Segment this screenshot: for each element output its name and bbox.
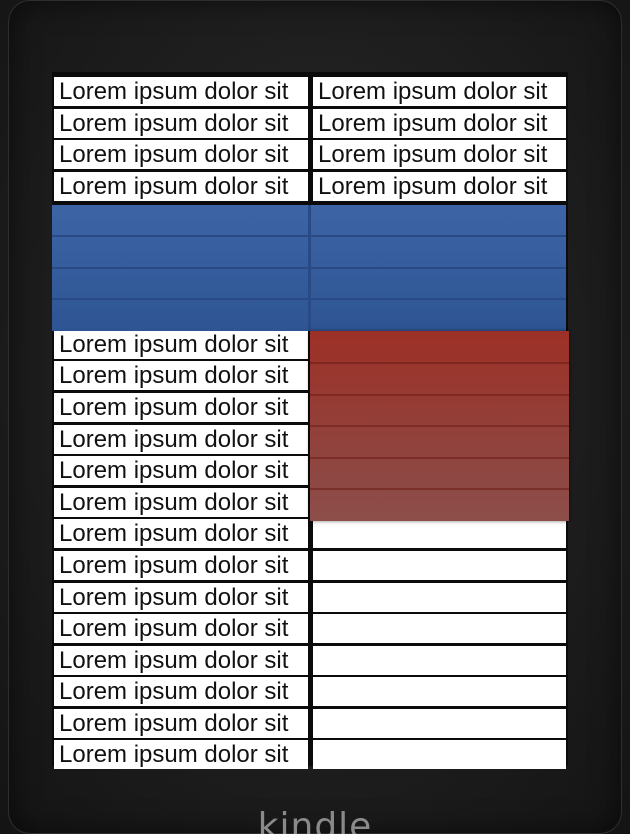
- table-cell: Lorem ipsum dolor sit: [54, 329, 308, 359]
- table-cell: Lorem ipsum dolor sit: [54, 361, 308, 391]
- table-cell-empty: [313, 582, 566, 612]
- red-highlight-block: [310, 331, 569, 521]
- table-cell: Lorem ipsum dolor sit: [54, 740, 308, 770]
- table-cell: Lorem ipsum dolor sit: [54, 582, 308, 612]
- table-cell-empty: [313, 550, 566, 580]
- table-row: Lorem ipsum dolor sit: [52, 676, 568, 708]
- table-cell-empty: [313, 677, 566, 707]
- kindle-device: Lorem ipsum dolor sit Lorem ipsum dolor …: [0, 0, 630, 834]
- table-cell: Lorem ipsum dolor sit: [54, 614, 308, 644]
- table-cell: Lorem ipsum dolor sit: [54, 645, 308, 675]
- e-reader-screen: Lorem ipsum dolor sit Lorem ipsum dolor …: [52, 72, 569, 770]
- table-row: Lorem ipsum dolor sit: [52, 550, 568, 582]
- table-cell: Lorem ipsum dolor sit: [54, 708, 308, 738]
- table-cell: Lorem ipsum dolor sit: [313, 108, 566, 138]
- table-cell-empty: [313, 645, 566, 675]
- table-row: Lorem ipsum dolor sit: [52, 645, 568, 677]
- table-cell: Lorem ipsum dolor sit: [54, 171, 308, 201]
- table-cell-empty: [313, 740, 566, 770]
- table-row: Lorem ipsum dolor sit: [52, 518, 568, 550]
- table-cell-empty: [313, 614, 566, 644]
- table-row: Lorem ipsum dolor sit: [52, 739, 568, 771]
- table-cell: Lorem ipsum dolor sit: [54, 487, 308, 517]
- table-cell: Lorem ipsum dolor sit: [54, 424, 308, 454]
- kindle-logo: kindle: [257, 806, 373, 834]
- table-cell: Lorem ipsum dolor sit: [313, 171, 566, 201]
- table-cell: Lorem ipsum dolor sit: [54, 677, 308, 707]
- spreadsheet-table: Lorem ipsum dolor sit Lorem ipsum dolor …: [52, 76, 569, 771]
- table-cell-empty: [313, 708, 566, 738]
- table-row: Lorem ipsum dolor sit: [52, 613, 568, 645]
- blue-highlight-block: [52, 205, 566, 331]
- table-row: Lorem ipsum dolor sit Lorem ipsum dolor …: [52, 171, 568, 203]
- table-cell: Lorem ipsum dolor sit: [54, 392, 308, 422]
- table-cell: Lorem ipsum dolor sit: [54, 77, 308, 106]
- table-row: Lorem ipsum dolor sit: [52, 708, 568, 740]
- table-row: Lorem ipsum dolor sit Lorem ipsum dolor …: [52, 108, 568, 140]
- table-cell: Lorem ipsum dolor sit: [54, 550, 308, 580]
- table-row: Lorem ipsum dolor sit: [52, 582, 568, 614]
- table-cell: Lorem ipsum dolor sit: [54, 108, 308, 138]
- table-cell-empty: [313, 519, 566, 549]
- table-cell: Lorem ipsum dolor sit: [54, 456, 308, 486]
- table-row: Lorem ipsum dolor sit Lorem ipsum dolor …: [52, 139, 568, 171]
- table-cell: Lorem ipsum dolor sit: [313, 140, 566, 170]
- table-row: Lorem ipsum dolor sit Lorem ipsum dolor …: [52, 76, 568, 108]
- table-cell: Lorem ipsum dolor sit: [54, 519, 308, 549]
- table-cell: Lorem ipsum dolor sit: [313, 77, 566, 106]
- table-cell: Lorem ipsum dolor sit: [54, 140, 308, 170]
